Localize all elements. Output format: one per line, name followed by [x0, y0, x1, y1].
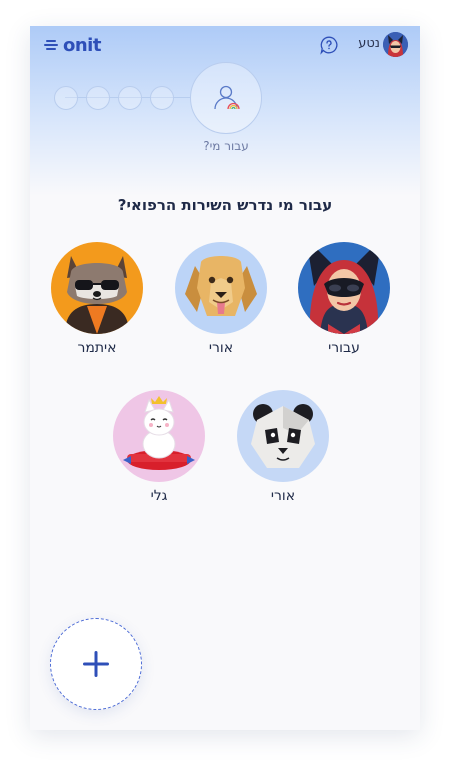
plus-icon	[83, 651, 109, 677]
raccoon-avatar	[51, 242, 143, 334]
add-profile-button[interactable]	[50, 618, 142, 710]
catwoman-avatar	[298, 242, 390, 334]
step-dot	[54, 86, 78, 110]
profile-name: אורי	[270, 488, 296, 504]
profile-name: אורי	[208, 340, 234, 356]
step-dot	[150, 86, 174, 110]
cat-icon	[123, 396, 195, 470]
golden-dog-avatar	[175, 242, 267, 334]
profile-card-self[interactable]: עבורי	[296, 242, 392, 356]
page-title: עבור מי נדרש השירות הרפואי?	[117, 196, 333, 214]
profile-name: איתמר	[77, 340, 117, 356]
raccoon-icon	[65, 256, 129, 334]
logo-text: onit	[63, 34, 101, 56]
progress-stepper: עבור מי?	[30, 62, 420, 162]
top-bar: onit נטע	[30, 26, 420, 66]
user-avatar[interactable]	[383, 32, 408, 57]
help-icon[interactable]	[319, 35, 339, 55]
panda-avatar	[237, 390, 329, 482]
catwoman-icon	[306, 242, 382, 334]
profile-card-itamar[interactable]: איתמר	[49, 242, 145, 356]
step-label: עבור מי?	[203, 139, 249, 153]
person-rainbow-icon	[214, 85, 240, 110]
profile-card-uri-dog[interactable]: אורי	[173, 242, 269, 356]
profile-card-uri-panda[interactable]: אורי	[235, 390, 331, 504]
step-current	[190, 62, 262, 134]
profile-card-gali[interactable]: גלי	[111, 390, 207, 504]
step-dot	[86, 86, 110, 110]
profile-name: גלי	[150, 488, 168, 504]
onit-logo[interactable]: onit	[42, 34, 101, 56]
profile-name: עבורי	[328, 340, 360, 356]
catwoman-avatar-icon	[383, 32, 408, 57]
panda-icon	[251, 404, 315, 468]
dog-icon	[185, 256, 257, 316]
app-screen: onit נטע עבור מי? עבור מי נדרש השירות הר…	[30, 26, 420, 730]
logo-mark-icon	[42, 38, 62, 52]
step-dot	[118, 86, 142, 110]
white-cat-avatar	[113, 390, 205, 482]
user-name[interactable]: נטע	[350, 36, 380, 51]
